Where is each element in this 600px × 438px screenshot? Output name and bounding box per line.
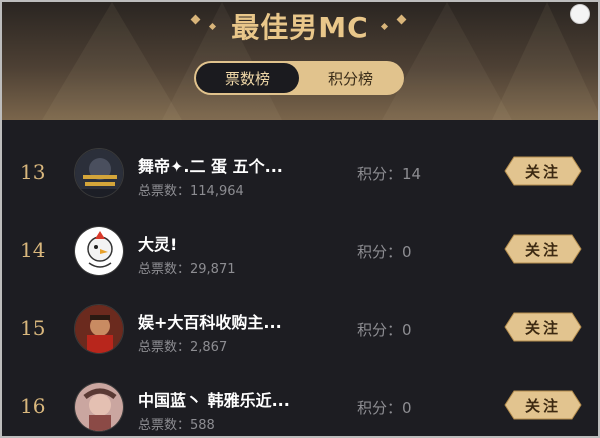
list-item: 14 大灵! 总票数：29,871 积分：0 关注	[2, 198, 598, 277]
rank-number: 13	[20, 160, 46, 184]
follow-button-label: 关注	[524, 162, 561, 181]
contestant-name[interactable]: 娱+大百科收购主...	[138, 309, 282, 333]
follow-button-label: 关注	[524, 396, 561, 415]
vote-count: 总票数：588	[138, 418, 215, 433]
vote-count: 总票数：2,867	[138, 340, 228, 355]
ranking-header: 最佳男MC 票数榜 积分榜	[2, 2, 598, 120]
follow-button[interactable]: 关注	[504, 312, 582, 342]
score-value: 积分：0	[357, 321, 412, 339]
close-button[interactable]	[570, 4, 590, 24]
contestant-name[interactable]: 中国蓝丶 韩雅乐近...	[138, 387, 290, 411]
tab-votes[interactable]: 票数榜	[196, 63, 299, 93]
avatar-image	[75, 227, 123, 275]
follow-button-label: 关注	[524, 318, 561, 337]
avatar-image	[75, 149, 123, 197]
avatar[interactable]	[74, 304, 124, 354]
vote-count: 总票数：29,871	[138, 262, 236, 277]
contestant-name[interactable]: 舞帝✦.二 蛋 五个...	[138, 153, 283, 177]
avatar-image	[75, 383, 123, 431]
rank-number: 15	[20, 316, 46, 340]
avatar[interactable]	[74, 148, 124, 198]
avatar-image	[75, 305, 123, 353]
avatar[interactable]	[74, 382, 124, 432]
title-wrap: 最佳男MC	[2, 6, 598, 46]
contestant-name[interactable]: 大灵!	[138, 231, 177, 255]
list-item: 15 娱+大百科收购主... 总票数：2,867 积分：0 关注	[2, 276, 598, 355]
follow-button[interactable]: 关注	[504, 156, 582, 186]
tab-points[interactable]: 积分榜	[299, 63, 402, 93]
vote-count: 总票数：114,964	[138, 184, 244, 199]
score-value: 积分：0	[357, 399, 412, 417]
list-item: 13 舞帝✦.二 蛋 五个... 总票数：114,964 积分：14 关注	[2, 120, 598, 199]
ranking-tabs: 票数榜 积分榜	[194, 61, 404, 95]
ranking-panel: 最佳男MC 票数榜 积分榜 13 舞帝✦.二 蛋 五个... 总票数：114,9…	[0, 0, 600, 438]
list-item: 16 中国蓝丶 韩雅乐近... 总票数：588 积分：0 关注	[2, 354, 598, 433]
score-value: 积分：0	[357, 243, 412, 261]
score-value: 积分：14	[357, 165, 422, 183]
follow-button[interactable]: 关注	[504, 234, 582, 264]
follow-button[interactable]: 关注	[504, 390, 582, 420]
ranking-list: 13 舞帝✦.二 蛋 五个... 总票数：114,964 积分：14 关注 14…	[2, 120, 598, 433]
page-title: 最佳男MC	[231, 11, 369, 44]
rank-number: 16	[20, 394, 46, 418]
rank-number: 14	[20, 238, 46, 262]
avatar[interactable]	[74, 226, 124, 276]
follow-button-label: 关注	[524, 240, 561, 259]
